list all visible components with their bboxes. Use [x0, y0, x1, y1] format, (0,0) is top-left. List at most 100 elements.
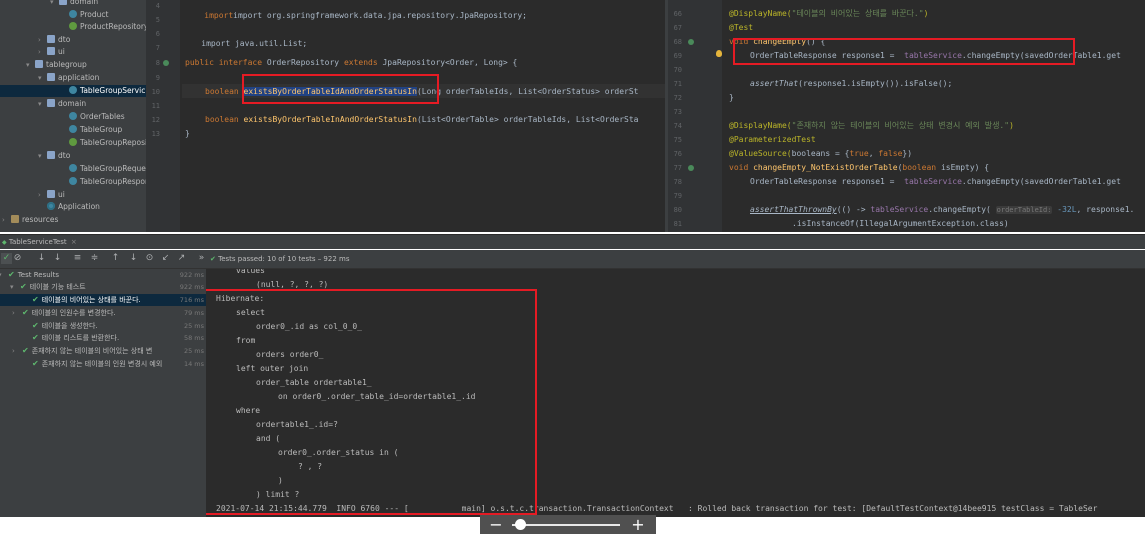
prev-failed-icon[interactable]: ↑ [110, 253, 121, 264]
expand-arrow-icon[interactable]: ▾ [0, 269, 2, 281]
zoom-out-button[interactable]: − [486, 515, 506, 534]
implemented-marker-icon[interactable] [163, 60, 169, 66]
test-result-row[interactable]: ▾ ✔Test Results 922 ms [0, 269, 206, 281]
code-line-72[interactable]: } [729, 93, 734, 103]
expand-arrow-icon[interactable]: › [38, 46, 47, 58]
tree-item[interactable]: ▾ tablegroup [0, 59, 146, 71]
expand-arrow-icon[interactable]: › [12, 307, 15, 319]
expand-arrow-icon[interactable]: › [12, 345, 15, 357]
tree-item[interactable]: › ui [0, 46, 146, 58]
tree-item[interactable]: › resources [0, 214, 146, 226]
run-test-icon[interactable] [688, 165, 694, 171]
history-icon[interactable]: ⊙ [144, 253, 155, 264]
tree-item[interactable]: › dto [0, 34, 146, 46]
code-line-74[interactable]: @DisplayName("존재하지 않는 테이블의 비어있는 상태 변경시 예… [729, 121, 1014, 131]
close-tab-icon[interactable]: × [71, 238, 77, 246]
line-number: 10 [151, 88, 160, 96]
code-line-81[interactable]: .isInstanceOf(IllegalArgumentException.c… [792, 219, 1009, 229]
code-line-78[interactable]: OrderTableResponse response1 = tableServ… [750, 177, 1121, 187]
test-result-row[interactable]: ✔ 존재하지 않는 테이블의 인원 변경시 예외 14 ms [0, 358, 206, 370]
export-icon[interactable]: ↗ [176, 253, 187, 264]
line-number: 73 [673, 108, 682, 116]
tree-item[interactable]: ▾ domain [0, 0, 146, 8]
test-result-row[interactable]: ✔ 테이블의 비어있는 상태를 바꾼다. 716 ms [0, 294, 206, 306]
res-icon [11, 215, 19, 223]
sort-duration-icon[interactable]: ↓ [52, 253, 63, 264]
method-name[interactable]: existsByOrderTableInAndOrderStatusIn [244, 115, 417, 124]
code-line-import-list[interactable]: import java.util.List; [182, 29, 307, 59]
test-result-row[interactable]: ✔ 테이블 리스트를 반환한다. 58 ms [0, 332, 206, 344]
code-line-76[interactable]: @ValueSource(booleans = {true, false}) [729, 149, 912, 159]
tree-item[interactable]: › ui [0, 189, 146, 201]
editor-order-repository[interactable]: 4 5 6 7 8 9 10 11 12 13 importimport org.springfr… [146, 0, 665, 232]
method-params: (Long orderTableIds, List<OrderStatus> o… [416, 87, 639, 96]
expand-arrow-icon[interactable]: ▾ [50, 0, 59, 8]
code-line-interface[interactable]: public interface OrderRepository extends… [185, 58, 517, 68]
number-literal: -32L [1052, 205, 1077, 214]
run-tab[interactable]: ◆ TableServiceTest × [2, 236, 77, 248]
expand-arrow-icon[interactable]: › [2, 214, 11, 226]
zoom-slider-track[interactable] [512, 524, 620, 526]
test-result-row[interactable]: ✔ 테이블을 생성한다. 25 ms [0, 320, 206, 332]
code-line-import-jpa[interactable]: importimport org.springframework.data.jp… [185, 1, 527, 31]
code-line-66[interactable]: @DisplayName("테이블의 비어있는 상태를 바꾼다.") [729, 9, 928, 19]
expand-arrow-icon[interactable]: ▾ [10, 281, 14, 293]
console-output[interactable]: 2021-07-14 21:15:44.779 INFO 6760 --- [ … [206, 269, 1145, 517]
tree-item[interactable]: TableGroupServic [0, 85, 146, 97]
lightbulb-icon[interactable] [716, 50, 722, 57]
code-line-67[interactable]: @Test [729, 23, 753, 33]
code-line-80[interactable]: assertThatThrownBy(() -> tableService.ch… [750, 205, 1134, 215]
import-icon[interactable]: ↙ [160, 253, 171, 264]
run-test-icon[interactable] [688, 39, 694, 45]
extends-keyword: extends [343, 58, 378, 67]
test-results-tree[interactable]: ▾✔Test Results922 ms▾✔테이블 기능 테스트922 ms✔테… [0, 269, 206, 517]
passed-check-icon: ✔ [20, 282, 27, 291]
tree-item[interactable]: TableGroup [0, 124, 146, 136]
expand-arrow-icon[interactable]: › [38, 189, 47, 201]
passed-check-icon: ✔ [32, 359, 39, 368]
editor-table-service-test[interactable]: 66 67 68 69 70 71 72 73 74 75 76 77 78 79 80 81 @Displa… [668, 0, 1145, 232]
passed-check-icon: ✔ [32, 333, 39, 342]
annotation: @DisplayName( [729, 121, 792, 130]
zoom-in-button[interactable]: + [628, 515, 648, 534]
tree-item[interactable]: ▾ application [0, 72, 146, 84]
folder-icon [47, 73, 55, 81]
tree-item[interactable]: ProductRepository [0, 21, 146, 33]
collapse-all-icon[interactable]: ≑ [89, 253, 100, 264]
rerun-passed-icon[interactable]: ✓ [1, 253, 12, 264]
folder-icon [35, 60, 43, 68]
tree-item[interactable]: ▾ domain [0, 98, 146, 110]
status-count: 10 [267, 255, 277, 263]
expand-arrow-icon[interactable]: › [38, 34, 47, 46]
stop-icon[interactable]: ⊘ [12, 253, 23, 264]
expand-arrow-icon[interactable]: ▾ [26, 59, 35, 71]
expand-all-icon[interactable]: ≡ [72, 253, 83, 264]
more-icon[interactable]: » [196, 253, 207, 264]
tree-item[interactable]: TableGroupRespor [0, 176, 146, 188]
code-line-close[interactable]: } [185, 129, 190, 139]
code-line-71[interactable]: assertThat(response1.isEmpty()).isFalse(… [750, 79, 952, 89]
expand-arrow-icon[interactable]: ▾ [38, 98, 47, 110]
test-name: 존재하지 않는 테이블의 비어있는 상태 변 [31, 347, 153, 355]
test-duration: 922 ms [179, 283, 204, 291]
next-failed-icon[interactable]: ↓ [128, 253, 139, 264]
code-line-75[interactable]: @ParameterizedTest [729, 135, 816, 145]
test-result-row[interactable]: ▾ ✔ 테이블 기능 테스트 922 ms [0, 281, 206, 293]
code-line-method-2[interactable]: boolean existsByOrderTableInAndOrderStat… [205, 115, 639, 125]
sort-alpha-icon[interactable]: ↓ [36, 253, 47, 264]
code-line-77[interactable]: void changeEmpty_NotExistOrderTable(bool… [729, 163, 989, 173]
tree-item[interactable]: TableGroupReposi [0, 137, 146, 149]
project-tree[interactable]: ▾ domain Product ProductRepository › dto › ui ▾ t… [0, 0, 146, 232]
expand-arrow-icon[interactable]: ▾ [38, 150, 47, 162]
expand-arrow-icon[interactable]: ▾ [38, 72, 47, 84]
tree-item[interactable]: Application [0, 201, 146, 213]
test-duration: 58 ms [183, 334, 204, 342]
test-result-row[interactable]: › ✔ 존재하지 않는 테이블의 비어있는 상태 변 25 ms [0, 345, 206, 357]
tree-item-label: OrderTables [80, 112, 125, 121]
tree-item[interactable]: OrderTables [0, 111, 146, 123]
tree-item[interactable]: ▾ dto [0, 150, 146, 162]
test-result-row[interactable]: › ✔ 테이블의 인원수를 변경한다. 79 ms [0, 307, 206, 319]
zoom-slider-knob[interactable] [514, 519, 526, 530]
tree-item[interactable]: Product [0, 9, 146, 21]
tree-item[interactable]: TableGroupReque [0, 163, 146, 175]
